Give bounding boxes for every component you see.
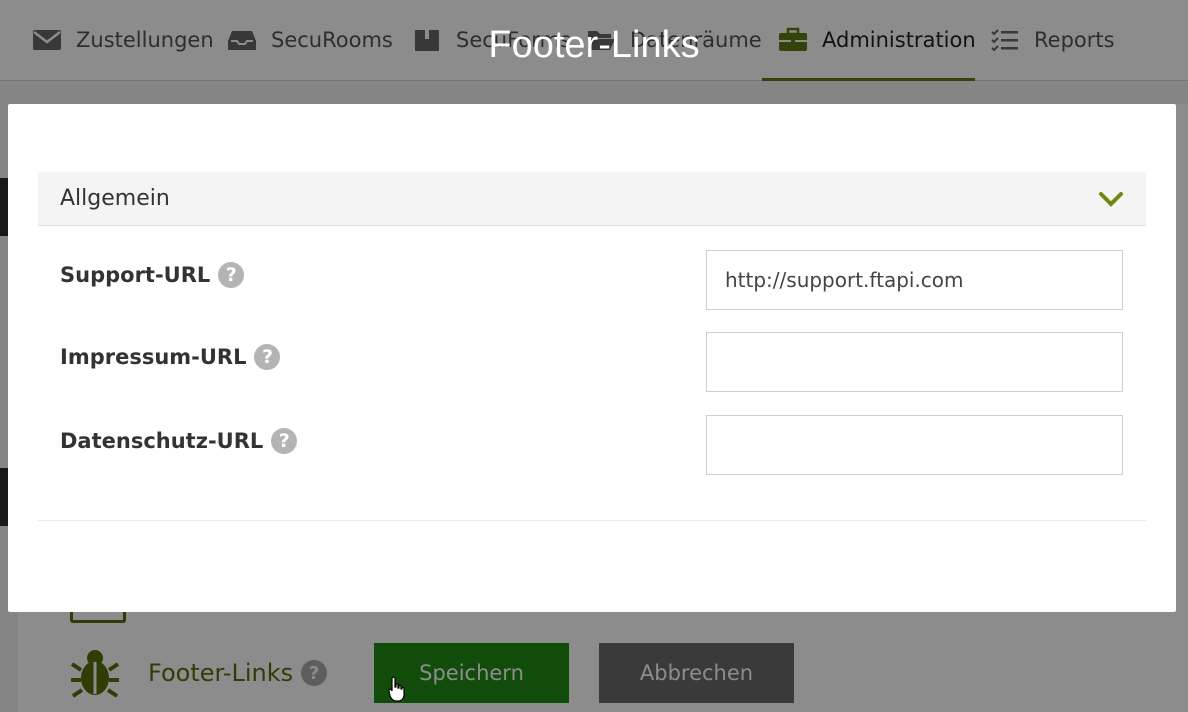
hand-cursor-icon: [388, 676, 405, 702]
divider: [38, 520, 1146, 521]
support-url-label: Support-URL: [60, 263, 211, 287]
support-url-input[interactable]: [706, 250, 1123, 310]
datenschutz-url-input[interactable]: [706, 415, 1123, 475]
footer-links-dialog: Allgemein Support-URL ? Impressum-URL ? …: [8, 104, 1176, 612]
section-title: Allgemein: [60, 186, 170, 211]
impressum-url-input[interactable]: [706, 332, 1123, 392]
help-icon[interactable]: ?: [218, 262, 245, 288]
support-url-row: Support-URL ?: [60, 262, 245, 288]
impressum-url-row: Impressum-URL ?: [60, 344, 281, 370]
modal-title: Footer-Links: [488, 24, 700, 66]
section-header-allgemein[interactable]: Allgemein: [38, 172, 1146, 226]
help-icon[interactable]: ?: [271, 428, 298, 454]
impressum-url-label: Impressum-URL: [60, 345, 247, 369]
datenschutz-url-row: Datenschutz-URL ?: [60, 428, 298, 454]
datenschutz-url-label: Datenschutz-URL: [60, 429, 264, 453]
chevron-down-icon[interactable]: [1098, 186, 1124, 212]
help-icon[interactable]: ?: [254, 344, 281, 370]
